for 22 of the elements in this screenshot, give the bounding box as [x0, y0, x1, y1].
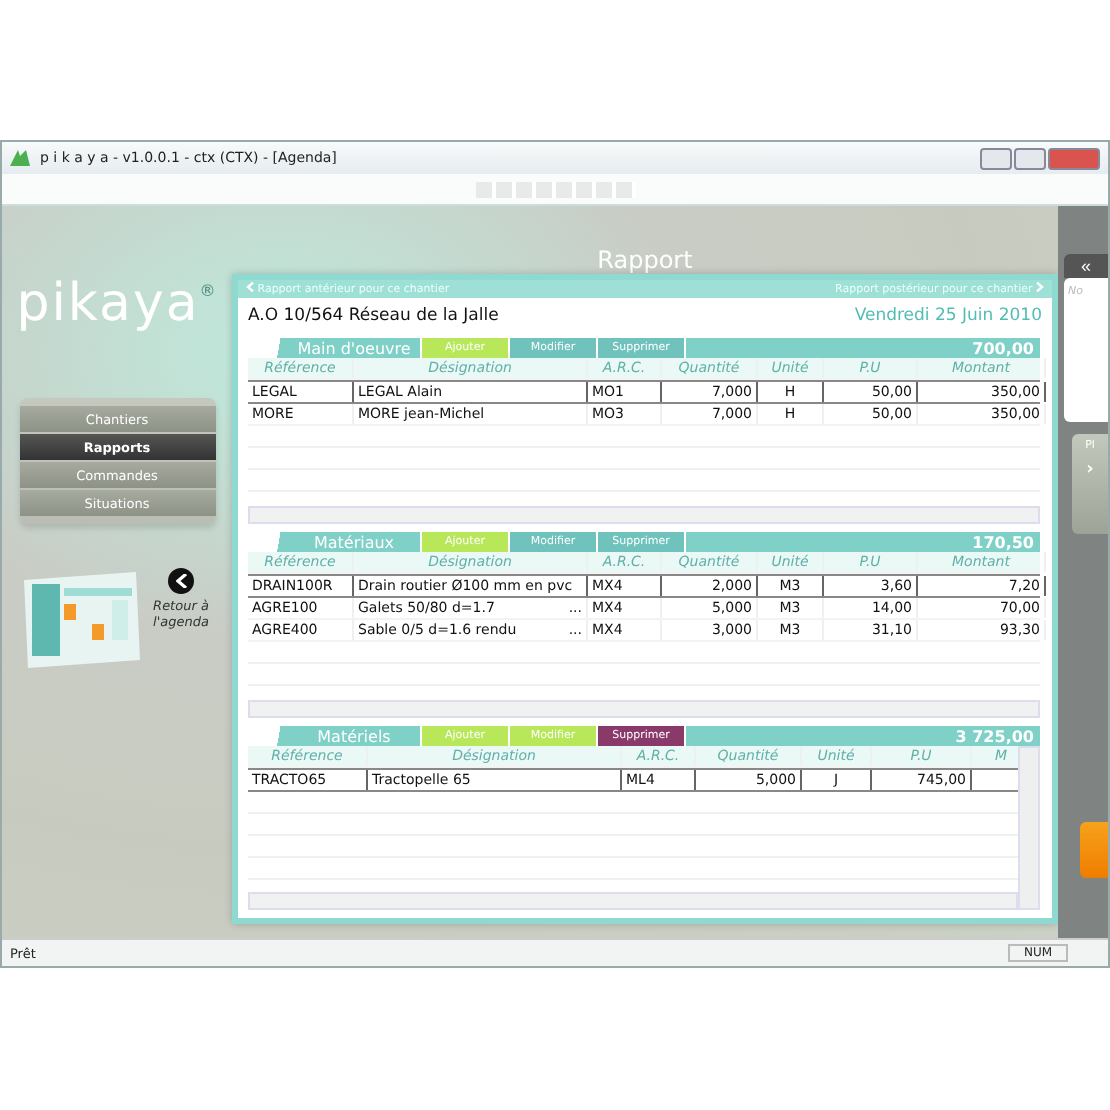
close-button[interactable]: [1048, 147, 1100, 169]
horizontal-scrollbar[interactable]: [248, 506, 1040, 524]
logo: pikaya®: [16, 274, 218, 334]
collapse-button[interactable]: «: [1064, 254, 1108, 278]
horizontal-scrollbar[interactable]: [248, 700, 1040, 718]
vertical-scrollbar[interactable]: [1018, 746, 1040, 910]
maximize-button[interactable]: [1014, 147, 1046, 169]
app-icon: [10, 150, 30, 166]
site-title: A.O 10/564 Réseau de la Jalle: [248, 306, 499, 326]
section-total: 170,50: [684, 532, 1040, 552]
report-date: Vendredi 25 Juin 2010: [854, 306, 1042, 326]
back-button[interactable]: [168, 568, 194, 594]
chevron-left-icon: [175, 574, 187, 588]
side-tab[interactable]: [1080, 822, 1108, 878]
section-total: 700,00: [684, 338, 1040, 358]
agenda-thumbnail[interactable]: [19, 568, 143, 672]
minimize-button[interactable]: [980, 147, 1012, 169]
chevron-right-icon: [1036, 282, 1044, 292]
chevron-left-icon: [246, 282, 254, 292]
horizontal-scrollbar[interactable]: [248, 892, 1018, 910]
section-total: 3 725,00: [684, 726, 1040, 746]
page-title: Rapport: [595, 246, 695, 274]
